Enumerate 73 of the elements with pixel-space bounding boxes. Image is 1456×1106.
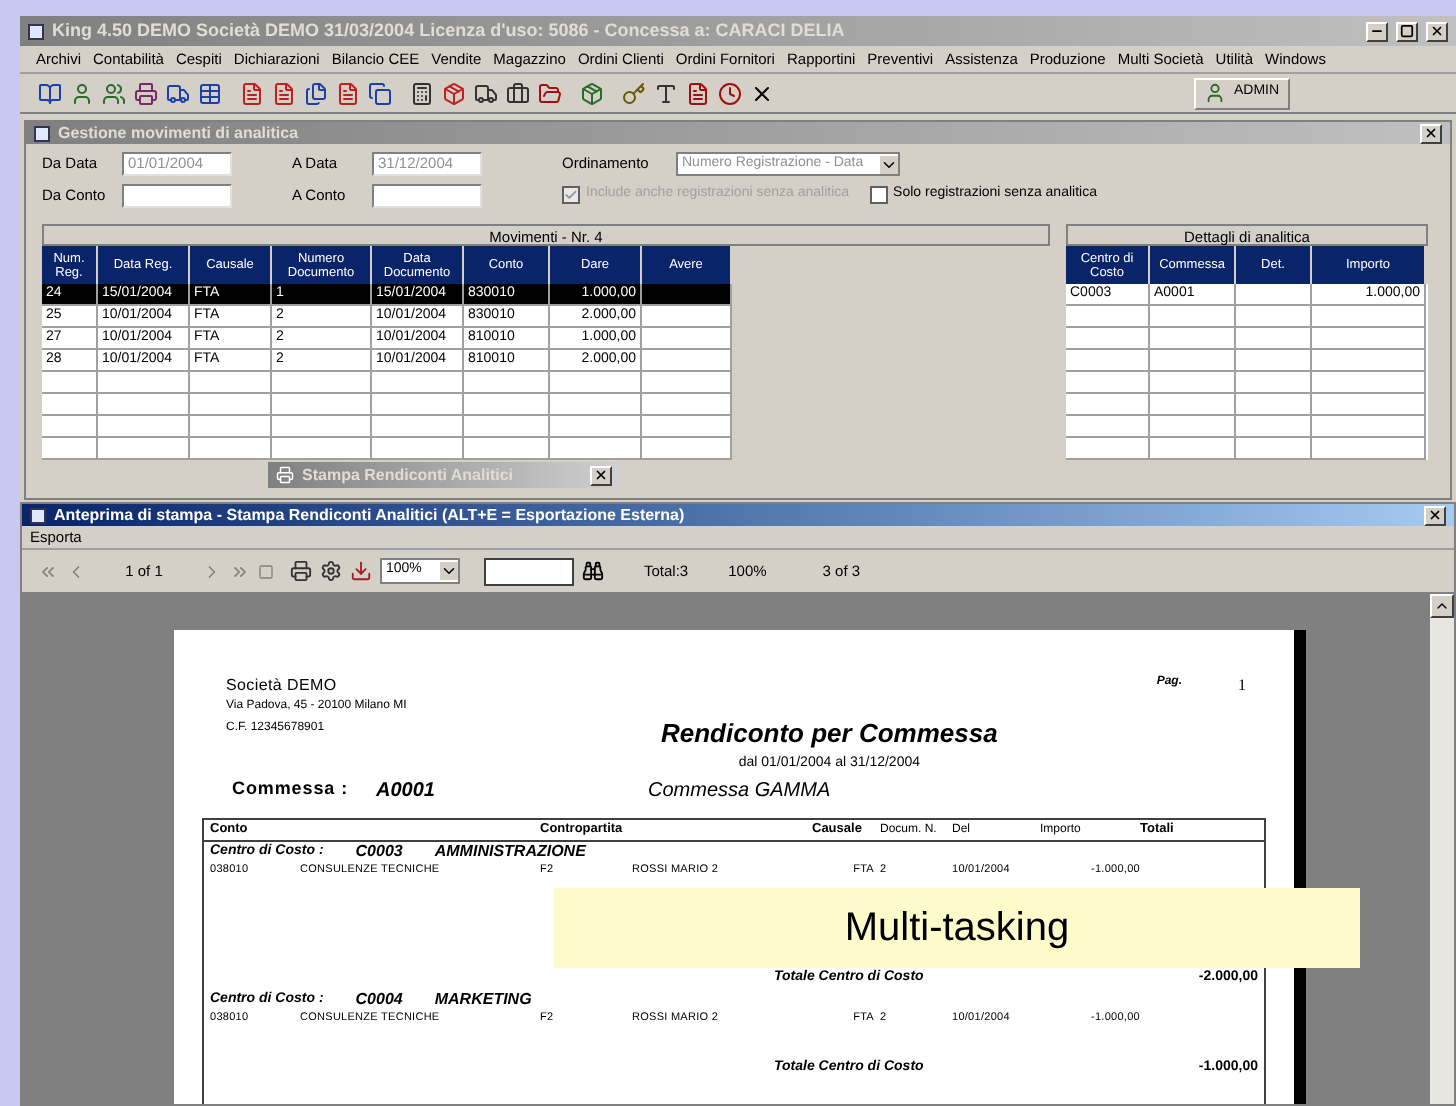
table-icon[interactable] [196,79,224,107]
group-code: C0003 [355,840,403,864]
clock-icon[interactable] [716,79,744,107]
commessa-code: A0001 [376,777,437,805]
group-name: AMMINISTRAZIONE [434,840,586,864]
checkbox[interactable] [869,185,888,204]
briefcase-icon[interactable] [504,79,532,107]
close-icon [594,468,608,482]
folder-icon[interactable] [536,79,564,107]
commessa-name: Commessa GAMMA [648,777,831,805]
export-icon[interactable] [350,560,372,582]
text-field[interactable] [122,184,232,208]
first-page-icon[interactable] [38,561,58,581]
minimize-button[interactable] [1366,21,1388,41]
table-cell [42,438,98,460]
commessa-label: Commessa : [232,776,351,803]
key-icon[interactable] [620,79,648,107]
printer-icon[interactable] [290,560,312,582]
text-icon[interactable] [652,79,680,107]
settings-icon[interactable] [320,560,342,582]
window-icon [28,23,44,39]
close-icon [1430,24,1444,38]
document-icon[interactable] [684,79,712,107]
window-title: King 4.50 DEMO Società DEMO 31/03/2004 Licenza d'uso: 5086 - Concessa a: CARACI DELIA [52,17,845,44]
table-cell [190,438,272,460]
person-icon[interactable] [68,79,96,107]
caption-text: Multi-tasking [844,904,1070,954]
table-cell [1150,438,1236,460]
table-cell [1312,438,1426,460]
binoculars-icon[interactable] [582,560,604,582]
person-icon [1204,82,1226,104]
documents-icon[interactable] [302,79,330,107]
book-icon[interactable] [36,79,64,107]
last-page-icon[interactable] [230,561,250,581]
window-title: Gestione movimenti di analitica [58,121,299,145]
document-icon[interactable] [270,79,298,107]
restore-icon [1400,24,1414,38]
copy-icon[interactable] [366,79,394,107]
table-cell [98,438,190,460]
window-icon [34,125,50,141]
close-icon [1424,126,1438,140]
close-button[interactable] [1420,123,1442,143]
close-button[interactable] [590,465,612,485]
search-field[interactable] [484,557,574,585]
table-cell [1066,438,1150,460]
printer-icon[interactable] [132,79,160,107]
dropdown-icon [440,562,458,580]
truck-icon[interactable] [164,79,192,107]
close-button[interactable] [1424,505,1446,525]
box-icon[interactable] [578,79,606,107]
truck-icon[interactable] [472,79,500,107]
window-icon [30,507,46,523]
restore-button[interactable] [1396,21,1418,41]
report-title: Rendiconto per Commessa [661,716,998,752]
scroll-up-icon[interactable] [1430,594,1454,618]
company-name: Società DEMO [226,674,339,698]
page-number: 1 [1238,674,1246,698]
window-title: Anteprima di stampa - Stampa Rendiconti Analitici (ALT+E = Esportazione Esterna) [54,503,685,527]
people-icon[interactable] [100,79,128,107]
document-icon[interactable] [334,79,362,107]
minimize-icon [1370,24,1384,38]
table-cell [1236,438,1312,460]
text-field[interactable] [372,184,482,208]
close-button[interactable] [1426,21,1448,41]
scrollbar[interactable] [1430,594,1454,1104]
dropdown-icon [880,155,898,173]
document-icon[interactable] [238,79,266,107]
group-code: C0004 [355,988,403,1012]
group-name: MARKETING [434,988,532,1012]
close-icon [1428,508,1442,522]
package-icon[interactable] [440,79,468,107]
calculator-icon[interactable] [408,79,436,107]
printer-icon [276,466,294,484]
